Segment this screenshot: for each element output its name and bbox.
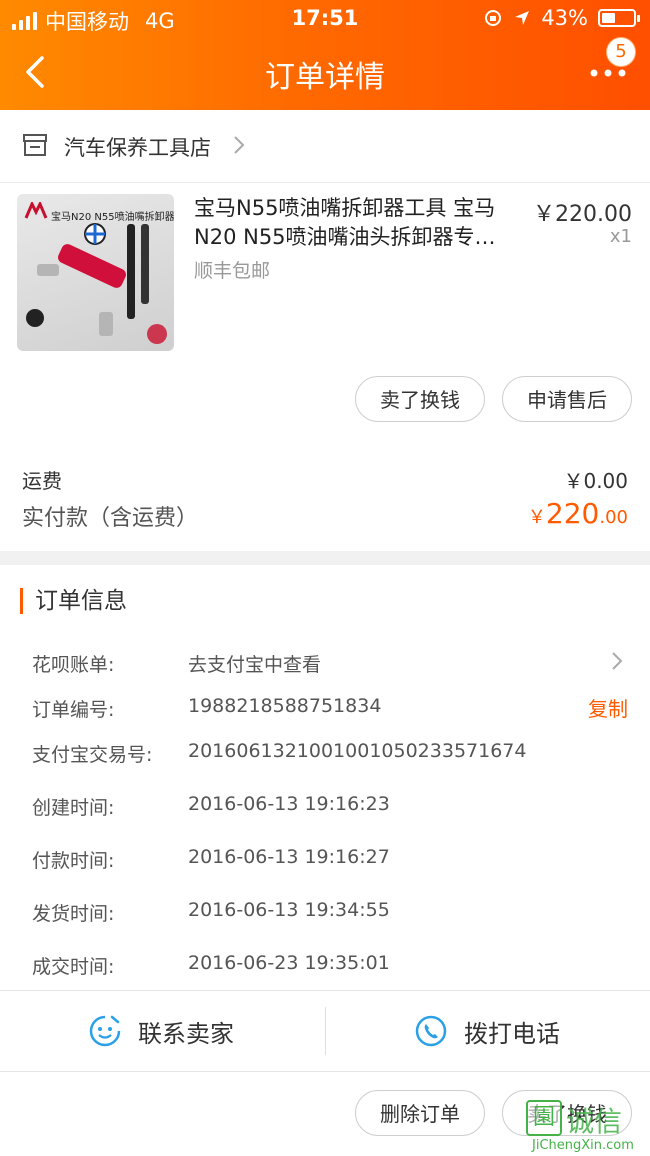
chevron-right-icon[interactable] [610, 651, 624, 671]
deal-time-value: 2016-06-23 19:35:01 [188, 952, 390, 974]
shop-row[interactable]: 汽车保养工具店 [0, 110, 650, 183]
paid-time-label: 付款时间: [32, 850, 115, 872]
contact-seller-label: 联系卖家 [138, 1019, 234, 1048]
contact-seller-button[interactable]: 联系卖家 [88, 991, 234, 1071]
order-info-title: 订单信息 [20, 588, 127, 614]
paid-label: 实付款（含运费） [22, 506, 199, 531]
chat-face-icon [89, 1015, 121, 1047]
watermark-text: 诚信 [566, 1105, 623, 1138]
chevron-right-icon [234, 136, 245, 154]
location-icon [515, 11, 530, 25]
header: 中国移动 4G 17:51 43% 订单详情 5 [0, 0, 650, 110]
product-quantity: x1 [609, 226, 632, 247]
shipped-time-value: 2016-06-13 19:34:55 [188, 899, 390, 921]
shop-name: 汽车保养工具店 [64, 136, 211, 160]
status-bar: 中国移动 4G 17:51 43% [0, 0, 650, 36]
page-title: 订单详情 [265, 60, 385, 95]
deal-time-label: 成交时间: [32, 956, 115, 978]
freight-value: ￥0.00 [563, 469, 628, 493]
paid-integer: 220 [545, 497, 600, 530]
battery-percent: 43% [541, 6, 588, 30]
paid-time-value: 2016-06-13 19:16:27 [188, 846, 390, 868]
product-image[interactable]: 宝马N20 N55喷油嘴拆卸器 [17, 194, 174, 351]
tool-illustration [26, 223, 167, 344]
shipped-time-label: 发货时间: [32, 903, 115, 925]
order-number-value: 1988218588751834 [188, 695, 382, 717]
created-time-value: 2016-06-13 19:16:23 [188, 793, 390, 815]
status-right: 43% [483, 6, 640, 30]
section-divider [0, 551, 650, 565]
alipay-trade-value: 2016061321001001050233571674 [188, 740, 527, 762]
watermark-url: JiChengXin.com [532, 1138, 634, 1153]
paid-amount: ￥220.00 [528, 497, 628, 530]
battery-icon [598, 9, 640, 27]
contact-bar: 联系卖家 拨打电话 [0, 990, 650, 1072]
store-icon [23, 134, 47, 156]
delete-order-button[interactable]: 删除订单 [355, 1090, 485, 1136]
copy-button[interactable]: 复制 [588, 693, 628, 722]
site-watermark: 園 诚信 JiChengXin.com [526, 1100, 644, 1156]
orientation-lock-icon [485, 10, 502, 26]
contact-divider [325, 1007, 326, 1055]
product-title[interactable]: 宝马N55喷油嘴拆卸器工具 宝马 N20 N55喷油嘴油头拆卸器专… [194, 194, 534, 252]
order-number-label: 订单编号: [32, 699, 115, 721]
sell-button[interactable]: 卖了换钱 [355, 376, 485, 422]
message-count-badge: 5 [606, 37, 636, 67]
after-sale-button[interactable]: 申请售后 [502, 376, 632, 422]
alipay-trade-label: 支付宝交易号: [32, 744, 153, 766]
phone-icon [415, 1015, 447, 1047]
paid-decimal: .00 [599, 507, 628, 528]
paid-currency: ￥ [527, 507, 546, 528]
huabei-bill-label: 花呗账单: [32, 654, 115, 676]
product-title-line1: 宝马N55喷油嘴拆卸器工具 宝马 [194, 196, 496, 220]
freight-label: 运费 [22, 469, 62, 493]
product-price: ￥220.00 [533, 202, 632, 227]
product-title-line2: N20 N55喷油嘴油头拆卸器专… [194, 225, 496, 249]
watermark-logo-icon: 園 [526, 1100, 562, 1136]
call-phone-label: 拨打电话 [464, 1019, 560, 1048]
shipping-tag: 顺丰包邮 [194, 260, 271, 282]
call-phone-button[interactable]: 拨打电话 [414, 991, 560, 1071]
created-time-label: 创建时间: [32, 797, 115, 819]
huabei-bill-link[interactable]: 去支付宝中查看 [188, 650, 321, 677]
